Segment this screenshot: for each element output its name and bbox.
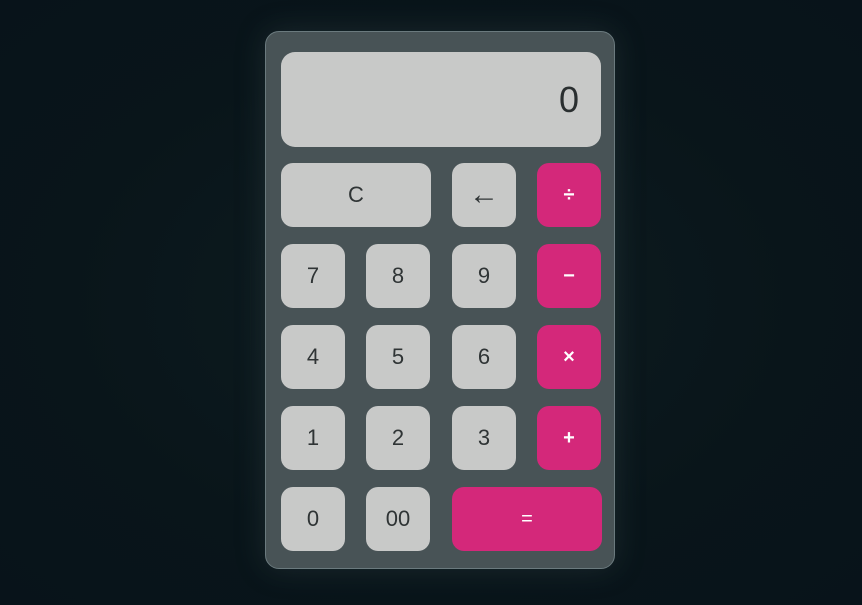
calculator: 0 C ← ÷ 7 8 9 − 4 5 6 × 1 2 3 + 0 00 = (265, 31, 615, 569)
digit-5-button[interactable]: 5 (366, 325, 430, 389)
digit-4-button[interactable]: 4 (281, 325, 345, 389)
double-zero-button[interactable]: 00 (366, 487, 430, 551)
digit-6-button[interactable]: 6 (452, 325, 516, 389)
multiply-button[interactable]: × (537, 325, 601, 389)
divide-button[interactable]: ÷ (537, 163, 601, 227)
digit-0-button[interactable]: 0 (281, 487, 345, 551)
digit-8-button[interactable]: 8 (366, 244, 430, 308)
digit-1-button[interactable]: 1 (281, 406, 345, 470)
page: 0 C ← ÷ 7 8 9 − 4 5 6 × 1 2 3 + 0 00 = (0, 0, 862, 605)
backspace-button[interactable]: ← (452, 163, 516, 227)
plus-button[interactable]: + (537, 406, 601, 470)
minus-button[interactable]: − (537, 244, 601, 308)
clear-button[interactable]: C (281, 163, 431, 227)
equals-button[interactable]: = (452, 487, 602, 551)
digit-3-button[interactable]: 3 (452, 406, 516, 470)
digit-9-button[interactable]: 9 (452, 244, 516, 308)
digit-7-button[interactable]: 7 (281, 244, 345, 308)
digit-2-button[interactable]: 2 (366, 406, 430, 470)
display: 0 (281, 52, 601, 147)
